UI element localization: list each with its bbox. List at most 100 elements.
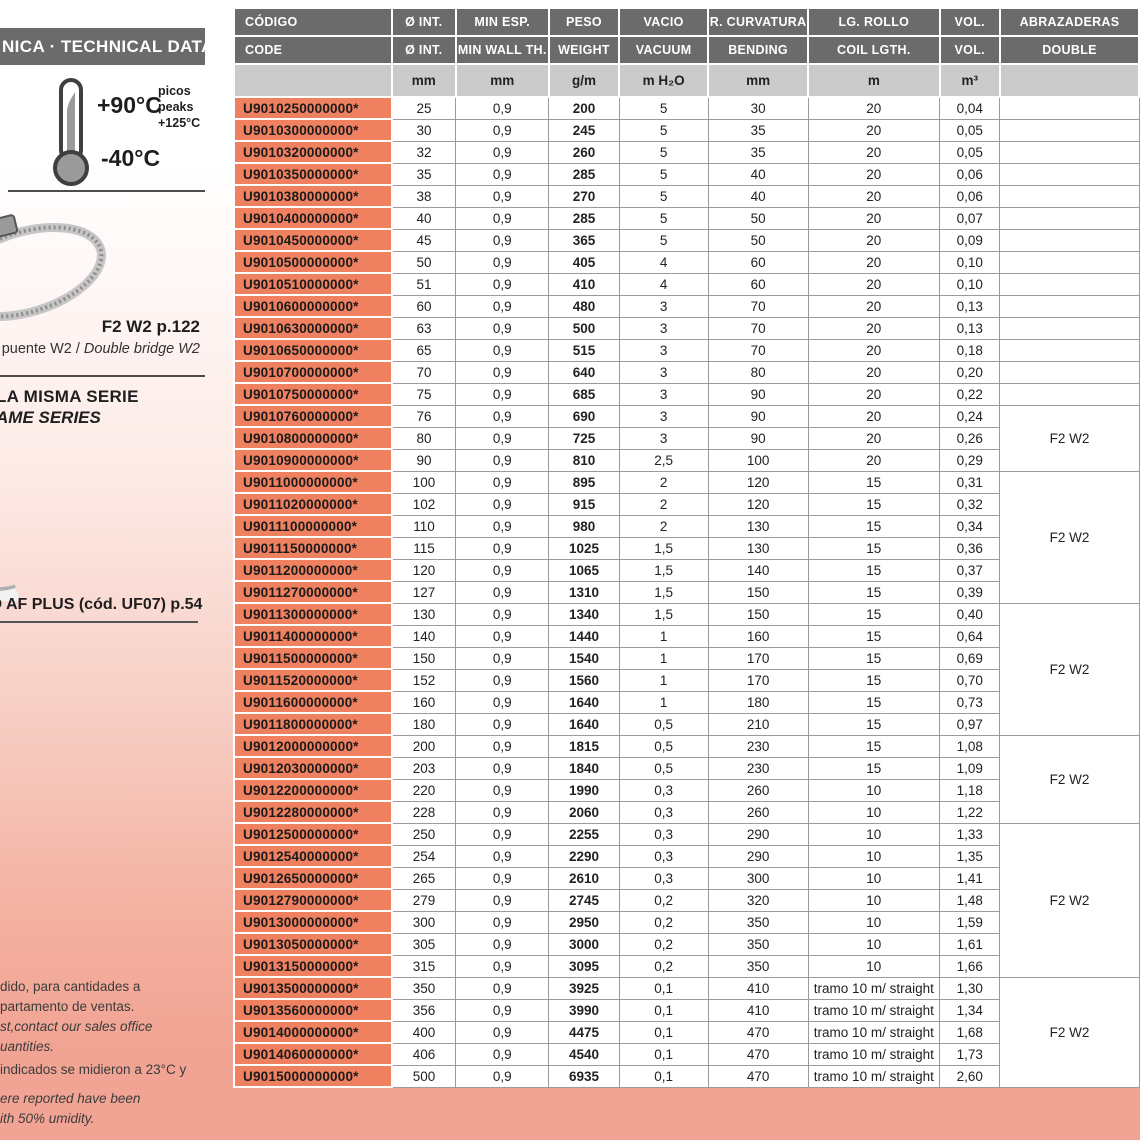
code-cell: U9011150000000* — [234, 537, 392, 559]
data-cell: 0,3 — [619, 845, 708, 867]
code-cell: U9013500000000* — [234, 977, 392, 999]
data-cell: 2 — [619, 471, 708, 493]
code-cell: U9015000000000* — [234, 1065, 392, 1087]
data-cell: 70 — [708, 295, 808, 317]
data-cell: 305 — [392, 933, 456, 955]
peaks-value: +125°C — [158, 115, 200, 131]
data-cell: 0,9 — [456, 97, 549, 119]
unit-cell: mm — [456, 64, 549, 97]
data-cell: 3 — [619, 295, 708, 317]
data-cell: 1560 — [549, 669, 619, 691]
data-cell: 0,40 — [940, 603, 1000, 625]
table-row: U9010700000000*700,9640380200,20 — [234, 361, 1139, 383]
data-cell: 300 — [392, 911, 456, 933]
footnote-line: dido, para cantidades a — [0, 977, 235, 997]
data-cell: 102 — [392, 493, 456, 515]
data-cell: 0,9 — [456, 779, 549, 801]
sidebar-divider — [0, 621, 198, 623]
data-cell: 35 — [392, 163, 456, 185]
code-cell: U9011270000000* — [234, 581, 392, 603]
data-cell: 80 — [708, 361, 808, 383]
data-cell: 1025 — [549, 537, 619, 559]
data-cell: 0,9 — [456, 603, 549, 625]
data-cell: 1640 — [549, 713, 619, 735]
data-cell: 0,5 — [619, 757, 708, 779]
clamp-group-cell: F2 W2 — [1000, 405, 1139, 471]
data-cell: 0,37 — [940, 559, 1000, 581]
data-cell: 0,1 — [619, 999, 708, 1021]
data-cell: tramo 10 m/ straight — [808, 999, 939, 1021]
data-cell: 160 — [708, 625, 808, 647]
data-cell: 1340 — [549, 603, 619, 625]
table-row: U9012500000000*2500,922550,3290101,33F2 … — [234, 823, 1139, 845]
unit-cell: mm — [392, 64, 456, 97]
code-cell: U9012030000000* — [234, 757, 392, 779]
data-cell: 3095 — [549, 955, 619, 977]
data-cell: 0,9 — [456, 339, 549, 361]
clamp-empty-cell — [1000, 361, 1139, 383]
data-cell: tramo 10 m/ straight — [808, 1021, 939, 1043]
table-row: U9010630000000*630,9500370200,13 — [234, 317, 1139, 339]
data-cell: 0,9 — [456, 119, 549, 141]
header-cell: VOL. — [940, 36, 1000, 64]
data-cell: 0,05 — [940, 119, 1000, 141]
data-cell: 1,5 — [619, 559, 708, 581]
data-cell: 0,5 — [619, 713, 708, 735]
data-cell: 410 — [549, 273, 619, 295]
data-cell: 20 — [808, 317, 939, 339]
header-cell: CÓDIGO — [234, 8, 392, 36]
data-cell: 0,69 — [940, 647, 1000, 669]
data-cell: 290 — [708, 823, 808, 845]
header-cell: Ø INT. — [392, 8, 456, 36]
data-cell: 0,9 — [456, 427, 549, 449]
clamp-group-cell: F2 W2 — [1000, 977, 1139, 1087]
footnote-line: partamento de ventas. — [0, 997, 235, 1017]
data-cell: 0,2 — [619, 933, 708, 955]
peaks-en: peaks — [158, 99, 200, 115]
footnote-line: indicados se midieron a 23°C y — [0, 1060, 235, 1080]
data-cell: 140 — [708, 559, 808, 581]
temp-min-label: -40°C — [101, 145, 160, 172]
data-cell: 0,9 — [456, 405, 549, 427]
sidebar-divider — [8, 190, 205, 192]
data-cell: 35 — [708, 141, 808, 163]
clamp-group-cell: F2 W2 — [1000, 603, 1139, 735]
data-cell: 0,34 — [940, 515, 1000, 537]
data-cell: 0,9 — [456, 955, 549, 977]
data-cell: 4 — [619, 251, 708, 273]
code-cell: U9013560000000* — [234, 999, 392, 1021]
data-cell: 10 — [808, 955, 939, 977]
data-cell: 210 — [708, 713, 808, 735]
code-cell: U9014060000000* — [234, 1043, 392, 1065]
data-cell: 120 — [708, 493, 808, 515]
data-cell: 60 — [392, 295, 456, 317]
code-cell: U9010800000000* — [234, 427, 392, 449]
code-cell: U9012000000000* — [234, 735, 392, 757]
table-row: U9013500000000*3500,939250,1410tramo 10 … — [234, 977, 1139, 999]
clamp-group-cell: F2 W2 — [1000, 471, 1139, 603]
code-cell: U9014000000000* — [234, 1021, 392, 1043]
data-cell: 20 — [808, 427, 939, 449]
data-cell: 10 — [808, 889, 939, 911]
data-cell: 0,9 — [456, 493, 549, 515]
data-cell: 1,30 — [940, 977, 1000, 999]
data-cell: 50 — [708, 229, 808, 251]
data-cell: 1,08 — [940, 735, 1000, 757]
data-cell: 0,9 — [456, 229, 549, 251]
data-cell: 0,1 — [619, 1065, 708, 1087]
data-cell: 230 — [708, 735, 808, 757]
data-cell: 0,1 — [619, 1021, 708, 1043]
data-cell: 30 — [708, 97, 808, 119]
clamp-empty-cell — [1000, 207, 1139, 229]
data-cell: 0,9 — [456, 911, 549, 933]
data-cell: 1,09 — [940, 757, 1000, 779]
data-cell: 0,9 — [456, 889, 549, 911]
data-cell: 250 — [392, 823, 456, 845]
data-cell: 0,9 — [456, 735, 549, 757]
unit-cell: g/m — [549, 64, 619, 97]
code-cell: U9010900000000* — [234, 449, 392, 471]
data-cell: 410 — [708, 977, 808, 999]
data-cell: 3000 — [549, 933, 619, 955]
data-cell: 38 — [392, 185, 456, 207]
header-row: CODEØ INT.MIN WALL TH.WEIGHTVACUUMBENDIN… — [234, 36, 1139, 64]
